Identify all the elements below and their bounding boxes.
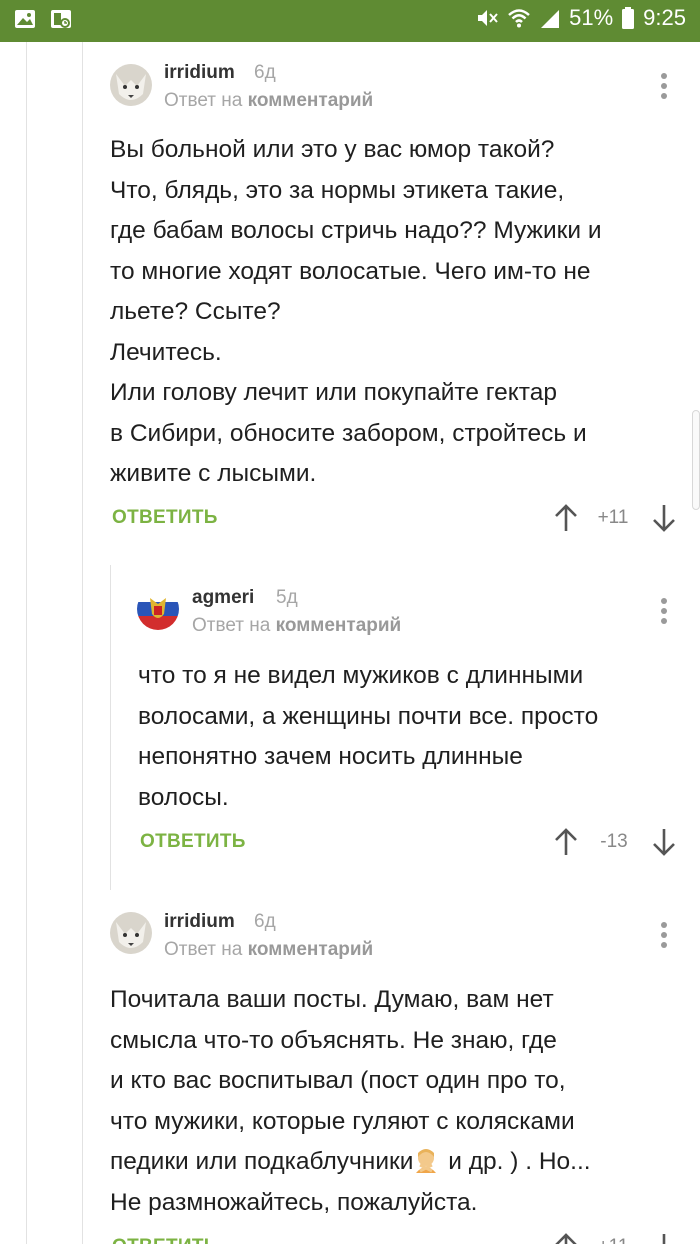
reply-button[interactable]: ОТВЕТИТЬ xyxy=(112,1236,218,1244)
thread-line-level2 xyxy=(110,565,111,890)
comment-text: что то я не видел мужиков с длинными вол… xyxy=(138,662,599,811)
reply-to-link[interactable]: комментарий xyxy=(248,939,374,960)
more-options-icon[interactable] xyxy=(654,920,674,950)
comment-age: 6д xyxy=(254,62,276,83)
arrow-up-icon[interactable] xyxy=(553,827,579,857)
username[interactable]: irridium xyxy=(164,911,235,933)
reply-button[interactable]: ОТВЕТИТЬ xyxy=(140,831,246,853)
reply-to-link[interactable]: комментарий xyxy=(248,90,374,111)
arrow-down-icon[interactable] xyxy=(651,827,677,857)
reply-to-prefix: Ответ на xyxy=(192,615,271,636)
image-icon xyxy=(14,8,36,35)
arrow-down-icon[interactable] xyxy=(651,503,677,533)
vote-score: +11 xyxy=(588,1236,638,1244)
thread-line-outer xyxy=(26,42,27,1244)
comment-age: 6д xyxy=(254,911,276,932)
avatar[interactable] xyxy=(110,912,152,954)
status-bar: 51% 9:25 xyxy=(0,0,700,42)
vote-score: -13 xyxy=(600,831,628,852)
wifi-icon xyxy=(507,6,531,30)
reply-button[interactable]: ОТВЕТИТЬ xyxy=(112,507,218,529)
notification-image-icon xyxy=(50,8,72,35)
person-gesturing-no-emoji xyxy=(413,1146,439,1173)
thread-line-level1 xyxy=(82,42,83,1244)
scrollbar[interactable] xyxy=(692,410,700,510)
arrow-down-icon[interactable] xyxy=(651,1232,677,1244)
clock: 9:25 xyxy=(643,5,686,30)
comment-age: 5д xyxy=(276,587,298,608)
avatar[interactable] xyxy=(137,588,179,630)
mute-icon xyxy=(475,6,499,30)
comment-text: Вы больной или это у вас юмор такой? Что… xyxy=(110,136,602,487)
vote-score: +11 xyxy=(597,507,629,528)
battery-level: 51% xyxy=(569,5,614,30)
arrow-up-icon[interactable] xyxy=(553,503,579,533)
more-options-icon[interactable] xyxy=(654,596,674,626)
battery-icon xyxy=(621,6,635,30)
signal-icon xyxy=(539,6,561,30)
reply-to-label: Ответ на комментарий xyxy=(164,939,373,961)
avatar[interactable] xyxy=(110,64,152,106)
reply-to-link[interactable]: комментарий xyxy=(276,615,402,636)
arrow-up-icon[interactable] xyxy=(553,1232,579,1244)
reply-to-prefix: Ответ на xyxy=(164,939,243,960)
more-options-icon[interactable] xyxy=(654,71,674,101)
reply-to-prefix: Ответ на xyxy=(164,90,243,111)
comment-text: Почитала ваши посты. Думаю, вам нет смыс… xyxy=(110,986,591,1216)
username[interactable]: agmeri xyxy=(192,587,254,609)
reply-to-label: Ответ на комментарий xyxy=(164,90,373,112)
username[interactable]: irridium xyxy=(164,62,235,84)
reply-to-label: Ответ на комментарий xyxy=(192,615,401,637)
